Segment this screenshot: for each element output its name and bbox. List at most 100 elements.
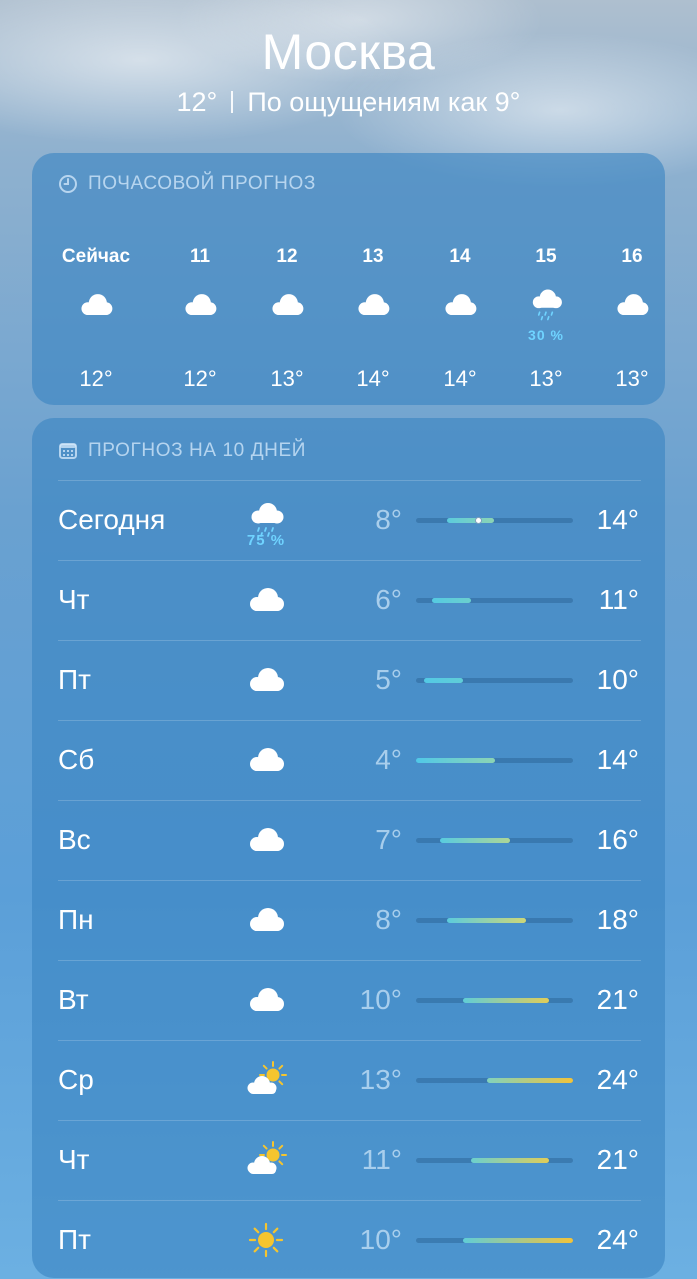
hour-item: 16 13° [587,245,677,395]
temp-range-bar [416,838,573,843]
temp-range-bar [416,918,573,923]
temp-range-fill [447,918,526,923]
temp-range-bar [416,678,573,683]
temp-range-fill [470,1158,550,1163]
day-row[interactable]: Ср 13° 24° [32,1040,665,1120]
day-label: Вт [58,984,89,1015]
day-row[interactable]: Чт 6° 11° [32,560,665,640]
clock-icon [59,175,77,193]
day-label: Вс [58,824,91,855]
low-temp: 6° [375,584,402,615]
current-conditions: 12° По ощущениям как 9° [0,86,697,118]
hourly-section-header: ПОЧАСОВОЙ ПРОГНОЗ [58,173,316,195]
hour-label: 11 [189,246,211,267]
hour-item: Сейчас 12° [51,245,141,395]
high-temp: 24° [596,1224,639,1255]
day-row[interactable]: Пн 8° 18° [32,880,665,960]
low-temp: 4° [375,744,402,775]
cloud-icon [180,285,220,325]
day-label: Сегодня [58,504,166,535]
hour-temp: 14° [356,366,390,391]
high-temp: 21° [596,984,639,1015]
temp-range-bar [416,1158,573,1163]
hour-temp: 14° [443,366,477,391]
day-row[interactable]: Пт 5° 10° [32,640,665,720]
feels-like: По ощущениям как 9° [247,87,521,117]
day-label: Пн [58,904,94,935]
low-temp: 10° [359,1224,402,1255]
temp-range-fill [447,518,495,523]
hour-temp: 13° [270,366,304,391]
day-label: Пт [58,664,91,695]
cloud-icon [244,580,288,620]
temp-range-bar [416,598,573,603]
row-divider [58,640,641,641]
calendar-icon [59,443,77,459]
temp-range-bar [416,517,573,524]
cloud-icon [244,820,288,860]
row-divider [58,800,641,801]
low-temp: 5° [375,664,402,695]
hour-item: 14 14° [415,245,505,395]
temp-range-fill [416,758,495,763]
row-divider [58,560,641,561]
hour-item: 11 12° [155,245,245,395]
hour-label: 14 [449,246,471,267]
cloud-icon [244,660,288,700]
day-row[interactable]: Вс 7° 16° [32,800,665,880]
hour-item: 12 13° [242,245,332,395]
hour-item: 13 14° [328,245,418,395]
cloud-icon [267,285,307,325]
day-label: Сб [58,744,95,775]
low-temp: 8° [375,904,402,935]
low-temp: 10° [359,984,402,1015]
day-label: Чт [58,584,90,615]
high-temp: 24° [596,1064,639,1095]
high-temp: 10° [596,664,639,695]
day-label: Ср [58,1064,94,1095]
row-divider [58,1040,641,1041]
partly-sunny-icon [244,1140,288,1180]
temp-range-fill [439,838,511,843]
sun-icon [244,1220,288,1260]
day-row[interactable]: Сб 4° 14° [32,720,665,800]
day-row[interactable]: Сегодня 75 % 8° 14° [32,480,665,560]
hour-label: Сейчас [61,246,131,267]
hourly-strip[interactable]: Сейчас 12° 11 12° 12 13° 13 14° 14 14° 15 30 % 13° 16… [32,245,665,395]
day-row[interactable]: Вт 10° 21° [32,960,665,1040]
cloud-icon [244,900,288,940]
cloud-icon [244,740,288,780]
cloud-icon [440,285,480,325]
day-row[interactable]: Пт 10° 24° [32,1200,665,1279]
temp-range-fill [463,998,550,1003]
day-row[interactable]: Чт 11° 21° [32,1120,665,1200]
high-temp: 11° [598,584,639,615]
temp-range-fill [431,598,471,603]
row-divider [58,1120,641,1121]
high-temp: 16° [596,824,639,855]
city-name: Москва [261,24,436,80]
row-divider [58,480,641,481]
low-temp: 7° [375,824,402,855]
high-temp: 14° [596,504,639,535]
high-temp: 14° [596,744,639,775]
low-temp: 13° [359,1064,402,1095]
ten-day-forecast-card[interactable]: ПРОГНОЗ НА 10 ДНЕЙ Сегодня 75 % 8° 14° Чт 6° 1… [32,418,665,1278]
hourly-title: ПОЧАСОВОЙ ПРОГНОЗ [88,173,316,194]
hourly-forecast-card[interactable]: ПОЧАСОВОЙ ПРОГНОЗ Сейчас 12° 11 12° 12 13° 13 1… [32,153,665,405]
cloud-rain-icon [526,285,566,325]
hour-label: 16 [621,246,643,267]
hour-temp: 12° [79,366,113,391]
daily-title: ПРОГНОЗ НА 10 ДНЕЙ [88,440,307,461]
low-temp: 11° [361,1144,402,1175]
hour-label: 12 [276,246,298,267]
hour-label: 13 [362,246,384,267]
high-temp: 18° [596,904,639,935]
partly-sunny-icon [244,1060,288,1100]
low-temp: 8° [375,504,402,535]
temp-range-bar [416,1238,573,1243]
separator [231,91,234,113]
location-header: Москва 12° По ощущениям как 9° [0,24,697,118]
row-divider [58,960,641,961]
row-divider [58,1200,641,1201]
